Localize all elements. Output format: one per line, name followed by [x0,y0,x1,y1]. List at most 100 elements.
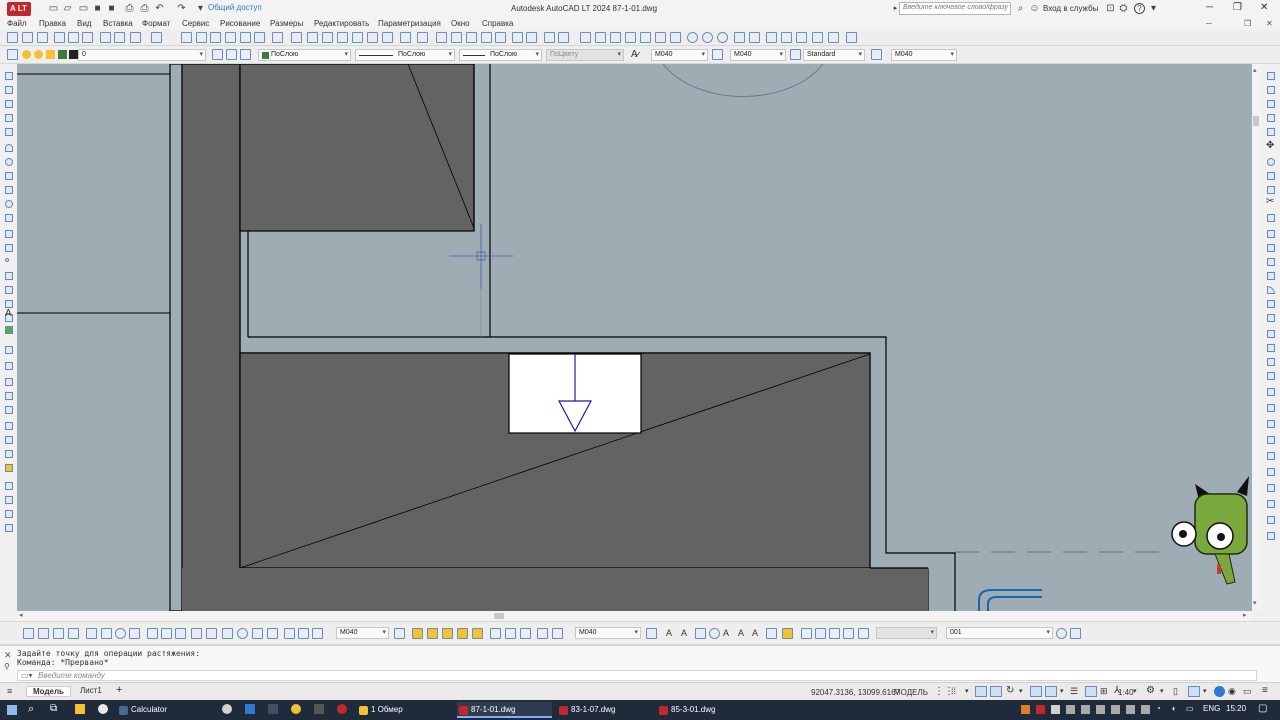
mascot-character[interactable] [1171,476,1249,585]
layer-walk-icon[interactable] [552,628,563,639]
area-icon[interactable] [5,406,13,414]
tab-sheet1[interactable]: Лист1 [80,686,102,695]
taskbar-obmer[interactable]: 1 Обмер [357,702,449,718]
osnap-nearest-icon[interactable] [749,32,760,43]
close-icon[interactable]: ✕ [1260,2,1268,13]
dim-style-manager-icon[interactable] [394,628,405,639]
trim-icon[interactable]: ✂ [1266,196,1274,207]
block-icon[interactable] [367,32,378,43]
preview-icon[interactable] [68,32,79,43]
ortho-icon[interactable] [975,686,987,697]
mtext-tool-icon[interactable]: A [666,628,672,638]
dim-break-icon[interactable] [206,628,217,639]
tray-icon-5[interactable] [1081,705,1090,714]
xref-icon[interactable] [1267,532,1275,540]
properties-icon[interactable] [5,346,13,354]
join-icon[interactable] [1267,258,1275,266]
point-icon[interactable] [5,258,9,262]
language-indicator[interactable]: ENG [1203,704,1220,713]
quick-properties-icon[interactable] [1214,686,1225,697]
draworder-under-icon[interactable] [1267,372,1275,380]
print-icon[interactable]: ⎙ [139,3,150,14]
workspace-dropdown-icon[interactable]: ▾ [1160,687,1164,695]
sign-in-button[interactable]: Вход в службы [1043,4,1098,13]
blend-icon[interactable] [1267,300,1275,308]
upper-block[interactable] [239,64,475,232]
gradient-icon[interactable] [5,286,13,294]
layer-delete-icon[interactable] [505,628,516,639]
plot-icon[interactable]: ⎙ [124,3,135,14]
osnap-perpendicular-icon[interactable] [655,32,666,43]
snap-dropdown-icon[interactable]: ▾ [965,687,969,695]
scroll-left-icon[interactable]: ◂ [19,611,23,619]
dim-radius-icon[interactable] [86,628,97,639]
polygon-icon[interactable] [5,114,13,122]
line-icon[interactable] [5,72,13,80]
layer-walk-icon[interactable] [5,378,13,386]
dim-aligned-icon[interactable] [38,628,49,639]
volume-icon[interactable]: ◖ [1171,704,1176,713]
new-file-icon[interactable]: ▭ [48,3,59,14]
mirror-icon[interactable] [1267,100,1275,108]
taskbar-calculator[interactable]: Calculator [117,702,209,718]
search-taskbar-icon[interactable]: ⌕ [28,703,34,716]
insert-block-icon[interactable] [5,230,13,238]
light-icon[interactable] [5,464,13,472]
osnap-midpoint-icon[interactable] [595,32,606,43]
tray-icon-3[interactable] [1051,705,1060,714]
select-icon[interactable] [436,32,447,43]
add-selected-icon[interactable] [5,326,13,334]
taskbar-dwg-83[interactable]: 83-1-07.dwg [557,702,649,718]
change-to-current-icon[interactable] [537,628,548,639]
dim-diameter-icon[interactable] [115,628,126,639]
design-center-icon[interactable] [254,32,265,43]
distance-icon[interactable] [5,392,13,400]
plot-icon[interactable] [54,32,65,43]
arc-icon[interactable] [5,144,13,152]
menu-tools[interactable]: Сервис [182,19,209,28]
layer-plot-icon[interactable] [69,50,78,59]
vertical-scrollbar[interactable]: ▴ ▾ [1252,64,1261,611]
linetype-dropdown[interactable]: ПоСлою [355,49,455,61]
scroll-thumb-horizontal[interactable] [494,613,504,619]
scroll-up-icon[interactable]: ▴ [1253,66,1257,74]
extend-icon[interactable] [1267,214,1275,222]
fillet-icon[interactable] [1267,286,1275,294]
lasso-icon[interactable] [466,32,477,43]
restore-icon[interactable]: ❐ [1233,2,1242,13]
tray-icon-8[interactable] [1126,705,1135,714]
task-view-icon[interactable]: ⧉ [50,703,57,714]
user-icon[interactable]: ☺ [1029,3,1040,14]
app-icon-3[interactable] [268,704,278,714]
erase-icon[interactable] [1267,72,1275,80]
make-block-icon[interactable] [5,244,13,252]
app-icon-4[interactable] [291,704,301,714]
minimize-icon[interactable]: ─ [1206,2,1213,13]
properties-icon[interactable] [240,32,251,43]
stretch-icon[interactable] [1267,186,1275,194]
dim-space-icon[interactable] [191,628,202,639]
menu-format[interactable]: Формат [142,19,170,28]
sheet-set-icon[interactable] [307,32,318,43]
menu-insert[interactable]: Вставка [103,19,133,28]
zoom-realtime-icon[interactable] [196,32,207,43]
spell-check-icon[interactable]: A [723,628,729,638]
units-dropdown-icon[interactable]: ▾ [1203,687,1207,695]
break-icon[interactable] [1267,244,1275,252]
color-dropdown[interactable]: ПоСлою [258,49,351,61]
edit-spline-icon[interactable] [1267,468,1275,476]
edit-hatch-icon[interactable] [1267,436,1275,444]
pipe-inner[interactable] [987,596,1042,611]
menu-parametric[interactable]: Параметризация [378,19,441,28]
copy-to-layer-icon[interactable] [520,628,531,639]
text-style-dropdown[interactable]: M040 [651,49,708,61]
circle-arc[interactable] [662,64,824,97]
text-style-icon[interactable]: A̷ [631,49,638,60]
publish-icon[interactable] [82,32,93,43]
tray-icon-2[interactable] [1036,705,1045,714]
dim-update-icon[interactable] [312,628,323,639]
mleader-style-icon[interactable] [871,49,882,60]
edit-text-icon[interactable] [1267,484,1275,492]
tab-model[interactable]: Модель [26,686,71,697]
scroll-down-icon[interactable]: ▾ [1253,599,1257,607]
